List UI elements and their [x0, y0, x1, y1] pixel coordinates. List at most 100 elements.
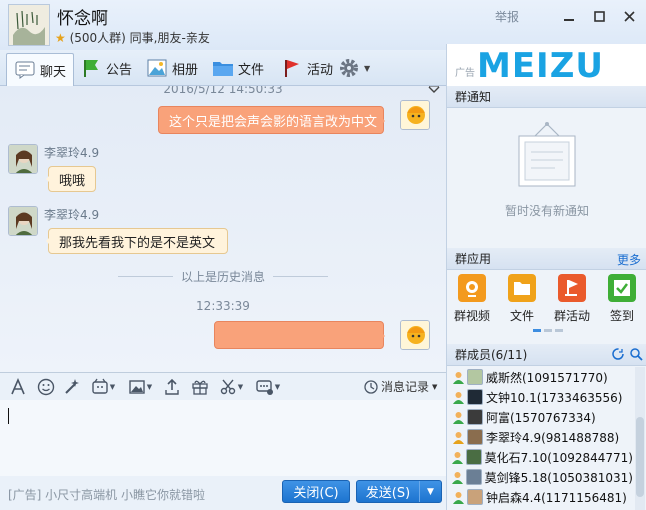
gift-icon	[192, 380, 208, 395]
image-button[interactable]: ▼	[124, 377, 156, 397]
report-button[interactable]: 举报	[495, 6, 519, 26]
right-panel: 群通知 暂时没有新通知 群应用 更多 群视频 文件 群活动 签到 群成员(6/1…	[446, 86, 646, 510]
app-activity[interactable]: 群活动	[547, 274, 597, 326]
close-window-button[interactable]	[620, 6, 638, 26]
app-file[interactable]: 文件	[497, 274, 547, 326]
member-row[interactable]: 李翠玲4.9(981488788)	[447, 427, 633, 447]
members-title: 群成员(6/11)	[455, 348, 528, 362]
more-input-button[interactable]: ▼	[252, 377, 284, 397]
tab-album-label: 相册	[172, 62, 199, 78]
tab-album[interactable]: 相册	[146, 53, 198, 83]
tab-chat-label: 聊天	[40, 64, 67, 80]
member-avatar	[466, 469, 482, 485]
ad-text-link[interactable]: [广告] 小尺寸高端机 小瞧它你就错啦	[8, 486, 205, 503]
member-name: 文钟10.1(1733463556)	[486, 390, 623, 405]
clock-icon	[364, 379, 378, 394]
ad-banner[interactable]: 广告 MEIZU	[446, 44, 646, 86]
ad-tag: 广告	[455, 68, 475, 79]
apps-pager[interactable]	[533, 329, 563, 332]
app-label: 群视频	[453, 309, 490, 323]
pager-dot[interactable]	[544, 329, 552, 332]
member-row[interactable]: 阿富(1570767334)	[447, 407, 633, 427]
font-icon	[11, 378, 25, 395]
bubble-more-icon	[256, 380, 273, 395]
group-info: ★ (500人群) 同事,朋友-亲友	[55, 29, 210, 46]
emoji-button[interactable]	[36, 377, 56, 397]
app-checkin[interactable]: 签到	[597, 274, 646, 326]
gift-button[interactable]	[190, 377, 210, 397]
text-caret	[8, 408, 9, 424]
member-row[interactable]: 莫剑锋5.18(1050381031)	[447, 467, 633, 487]
tab-file[interactable]: 文件	[212, 53, 264, 83]
tab-chat[interactable]: 聊天	[6, 53, 75, 86]
send-button[interactable]: 发送(S) ▼	[356, 480, 442, 503]
refresh-icon[interactable]	[611, 347, 625, 364]
vip-emoji-button[interactable]: ▼	[88, 377, 118, 397]
close-button[interactable]: 关闭(C)	[282, 480, 350, 503]
member-row[interactable]: 威斯然(1091571770)	[447, 367, 633, 387]
member-list-scrollbar[interactable]	[635, 367, 645, 510]
member-name: 莫化石7.10(1092844771)	[484, 450, 633, 465]
send-button-label: 发送(S)	[365, 486, 411, 501]
message-text: 这个只是把会声会影的语言改为中文	[169, 114, 378, 130]
sender-name[interactable]: 李翠玲4.9	[44, 144, 99, 161]
magic-wand-icon	[65, 379, 79, 394]
member-list[interactable]: 威斯然(1091571770) 文钟10.1(1733463556) 阿富(15…	[447, 367, 633, 510]
send-options-dropdown[interactable]: ▼	[419, 481, 441, 502]
app-group-video[interactable]: 群视频	[447, 274, 497, 326]
tab-notice[interactable]: 公告	[80, 53, 132, 83]
my-avatar[interactable]	[400, 320, 430, 350]
member-status-icon	[451, 450, 464, 464]
bottom-bar: [广告] 小尺寸高端机 小瞧它你就错啦 关闭(C) 发送(S) ▼	[0, 476, 446, 510]
upload-icon	[165, 378, 179, 395]
member-avatar	[467, 389, 483, 405]
scrollbar-thumb[interactable]	[636, 417, 644, 497]
apps-more-link[interactable]: 更多	[617, 248, 641, 270]
message-input[interactable]	[0, 400, 446, 476]
group-avatar[interactable]	[8, 4, 50, 46]
chat-icon	[14, 60, 36, 80]
member-row[interactable]: 钟启森4.4(1171156481)	[447, 487, 633, 507]
search-icon[interactable]	[629, 347, 643, 364]
member-row[interactable]: 文钟10.1(1733463556)	[447, 387, 633, 407]
notice-title: 群通知	[455, 90, 492, 104]
font-button[interactable]	[8, 377, 28, 397]
pager-dot-active[interactable]	[533, 329, 541, 332]
member-tools	[611, 344, 643, 366]
member-row[interactable]: 莫化石7.10(1092844771)	[447, 447, 633, 467]
screenshot-button[interactable]: ▼	[216, 377, 246, 397]
message-record-button[interactable]: 消息记录 ▼	[364, 378, 437, 395]
tab-activity[interactable]: 活动	[281, 53, 333, 83]
member-status-icon	[451, 430, 465, 444]
chat-message-area[interactable]: 2016/5/12 14:50:33 这个只是把会声会影的语言改为中文 李翠玲4…	[0, 86, 446, 372]
folder-icon	[508, 274, 536, 302]
message-bubble-incoming[interactable]: 那我先看我下的是不是英文	[46, 228, 228, 254]
tab-activity-label: 活动	[307, 62, 334, 78]
sender-avatar[interactable]	[8, 206, 38, 236]
notice-header: 群通知	[447, 86, 646, 108]
close-icon	[623, 10, 635, 22]
upload-button[interactable]	[162, 377, 182, 397]
sender-avatar[interactable]	[8, 144, 38, 174]
minimize-button[interactable]	[560, 6, 578, 26]
sender-name[interactable]: 李翠玲4.9	[44, 206, 99, 223]
app-label: 签到	[609, 309, 634, 323]
member-avatar	[467, 369, 483, 385]
message-bubble-outgoing[interactable]: 这个只是把会声会影的语言改为中文	[158, 106, 385, 134]
message-bubble-outgoing[interactable]	[214, 321, 385, 349]
magic-button[interactable]	[62, 377, 82, 397]
notice-empty-text: 暂时没有新通知	[504, 204, 589, 218]
member-avatar	[467, 409, 483, 425]
maximize-button[interactable]	[590, 6, 608, 26]
flag-icon	[80, 58, 102, 78]
more-tools-button[interactable]: ▼	[338, 53, 370, 83]
member-name: 莫剑锋5.18(1050381031)	[484, 470, 633, 485]
face-icon	[92, 378, 108, 394]
member-name: 钟启森4.4(1171156481)	[486, 490, 627, 505]
chevron-down-icon: ▼	[364, 63, 371, 73]
group-name[interactable]: 怀念啊	[57, 4, 108, 29]
message-bubble-incoming[interactable]: 哦哦	[46, 166, 96, 192]
my-avatar[interactable]	[400, 100, 430, 130]
pager-dot[interactable]	[555, 329, 563, 332]
app-label: 群活动	[553, 309, 590, 323]
